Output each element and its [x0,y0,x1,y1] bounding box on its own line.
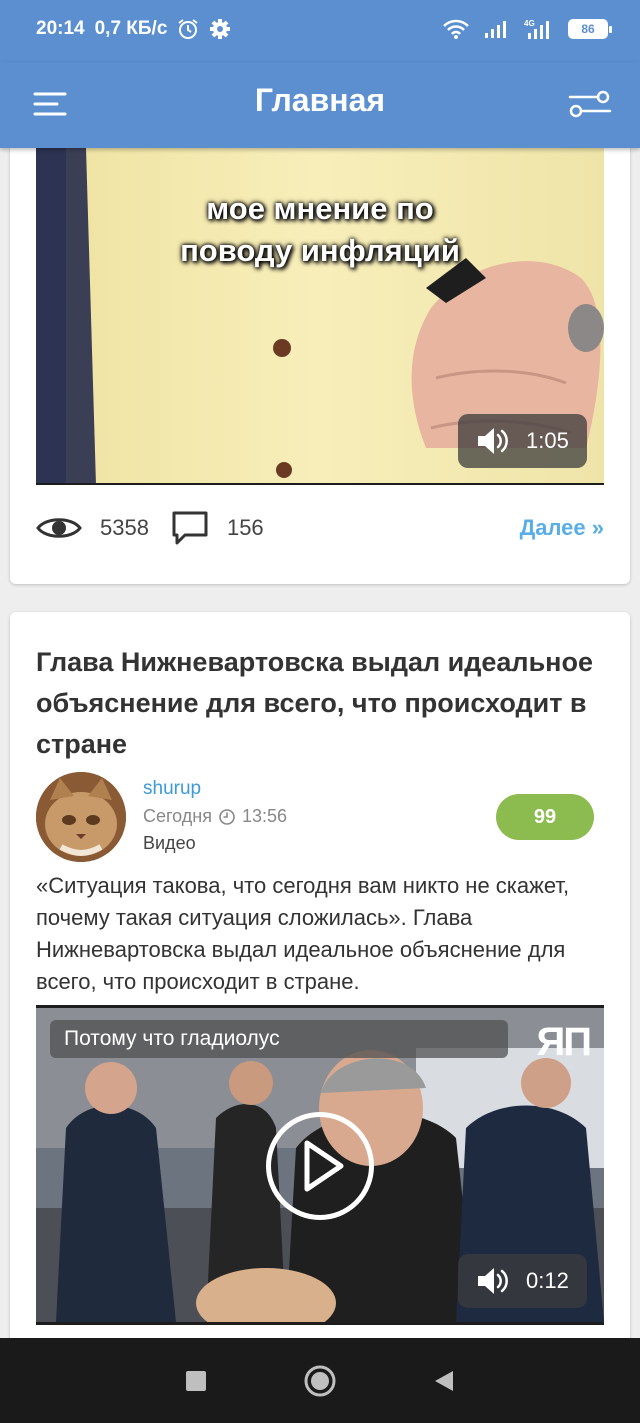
views-count: 5358 [100,515,149,540]
back-button[interactable] [433,1369,455,1393]
duration-badge[interactable]: 1:05 [458,414,587,468]
gear-icon [210,19,231,39]
duration-label: 1:05 [526,428,569,453]
comments-stat[interactable]: 156 [171,510,264,546]
post-description: «Ситуация такова, что сегодня вам никто … [36,873,570,994]
date-label: Сегодня [143,806,212,826]
wifi-icon [443,19,469,39]
filter-icon [568,90,612,118]
video-caption-line1: мое мнение по [206,191,434,226]
duration-badge[interactable]: 0:12 [458,1254,587,1308]
feed[interactable]: мое мнение по поводу инфляций 1:05 5358 … [0,148,640,1338]
more-link[interactable]: Далее » [520,515,604,541]
alarm-icon [178,19,199,39]
video-player[interactable]: Потому что гладиолус ЯП 0:12 [36,1005,604,1325]
page-title: Главная [254,82,386,118]
signal-4g-icon: 4G [524,19,549,39]
time-label: 13:56 [242,806,288,826]
status-speed: 0,7 КБ/с [94,18,168,39]
play-button[interactable] [266,1112,374,1220]
eye-icon [36,518,82,538]
volume-icon [478,428,508,454]
post-date: Сегодня 13:56 [143,806,287,827]
system-nav-bar [0,1338,640,1423]
app-bar: Главная [0,62,640,148]
post-type: Видео [143,833,196,853]
status-bar: 20:14 0,7 КБ/с 4G 86 [0,0,640,62]
avatar[interactable] [36,772,126,862]
clock-icon [219,808,235,825]
duration-label: 0:12 [526,1268,569,1293]
comments-count: 156 [226,515,264,540]
status-time: 20:14 [36,18,85,39]
comment-icon [172,511,208,545]
post-title[interactable]: Глава Нижневартовска выдал идеальное объ… [36,642,596,765]
play-icon [304,1140,344,1192]
rating-badge[interactable]: 99 [496,794,594,840]
home-button[interactable] [303,1364,337,1398]
svg-text:4G: 4G [524,19,535,28]
status-left: 20:14 0,7 КБ/с [36,18,231,40]
author-name[interactable]: shurup [143,778,201,800]
video-caption: мое мнение по поводу инфляций [36,188,604,272]
watermark-logo: ЯП [536,1020,592,1064]
battery-icon: 86 [568,19,612,39]
signal-icon [485,21,506,38]
recents-button[interactable] [185,1370,207,1392]
video-caption: Потому что гладиолус [50,1020,508,1058]
post-stats: 5358 156 Далее » [36,503,604,553]
video-player[interactable]: мое мнение по поводу инфляций 1:05 [36,148,604,485]
post-card[interactable]: Глава Нижневартовска выдал идеальное объ… [10,612,630,1338]
volume-icon [478,1268,508,1294]
status-right: 4G 86 [442,18,612,40]
views-stat: 5358 [36,514,149,542]
avatar-image [36,772,126,862]
filter-button[interactable] [568,86,612,122]
video-caption-line2: поводу инфляций [180,233,460,268]
post-card[interactable]: мое мнение по поводу инфляций 1:05 5358 … [10,148,630,584]
